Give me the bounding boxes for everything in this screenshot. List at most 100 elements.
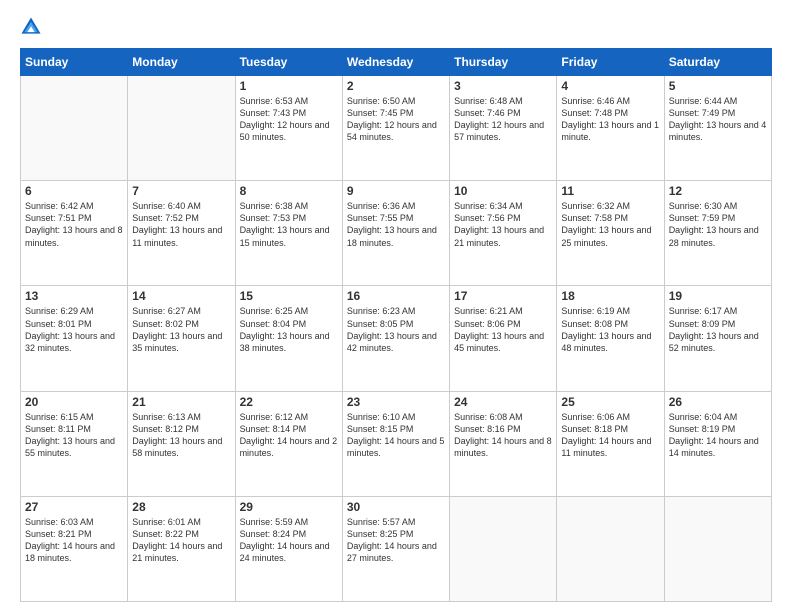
day-cell: 27Sunrise: 6:03 AMSunset: 8:21 PMDayligh…	[21, 496, 128, 601]
weekday-saturday: Saturday	[664, 49, 771, 76]
day-info: Sunrise: 6:01 AMSunset: 8:22 PMDaylight:…	[132, 516, 230, 565]
day-number: 1	[240, 79, 338, 93]
day-number: 18	[561, 289, 659, 303]
day-cell	[450, 496, 557, 601]
day-number: 3	[454, 79, 552, 93]
weekday-wednesday: Wednesday	[342, 49, 449, 76]
day-cell: 14Sunrise: 6:27 AMSunset: 8:02 PMDayligh…	[128, 286, 235, 391]
day-info: Sunrise: 6:40 AMSunset: 7:52 PMDaylight:…	[132, 200, 230, 249]
day-cell: 12Sunrise: 6:30 AMSunset: 7:59 PMDayligh…	[664, 181, 771, 286]
day-cell: 30 Sunrise: 5:57 AMSunset: 8:25 PMDayligh…	[342, 496, 449, 601]
day-info: Sunrise: 6:50 AMSunset: 7:45 PMDaylight:…	[347, 95, 445, 144]
day-number: 5	[669, 79, 767, 93]
day-cell: 10 Sunrise: 6:34 AMSunset: 7:56 PMDayligh…	[450, 181, 557, 286]
day-info: Sunrise: 6:36 AMSunset: 7:55 PMDaylight:…	[347, 200, 445, 249]
day-cell: 29 Sunrise: 5:59 AMSunset: 8:24 PMDayligh…	[235, 496, 342, 601]
day-info: Sunrise: 6:27 AMSunset: 8:02 PMDaylight:…	[132, 305, 230, 354]
week-row-2: 13 Sunrise: 6:29 AMSunset: 8:01 PMDayligh…	[21, 286, 772, 391]
day-cell: 1 Sunrise: 6:53 AMSunset: 7:43 PMDaylight…	[235, 76, 342, 181]
day-cell: 11 Sunrise: 6:32 AMSunset: 7:58 PMDayligh…	[557, 181, 664, 286]
day-cell: 17 Sunrise: 6:21 AMSunset: 8:06 PMDayligh…	[450, 286, 557, 391]
day-cell: 19 Sunrise: 6:17 AMSunset: 8:09 PMDayligh…	[664, 286, 771, 391]
day-info: Sunrise: 6:34 AMSunset: 7:56 PMDaylight:…	[454, 200, 552, 249]
day-cell: 6 Sunrise: 6:42 AMSunset: 7:51 PMDaylight…	[21, 181, 128, 286]
day-info: Sunrise: 6:03 AMSunset: 8:21 PMDaylight:…	[25, 516, 123, 565]
day-info: Sunrise: 6:17 AMSunset: 8:09 PMDaylight:…	[669, 305, 767, 354]
day-number: 6	[25, 184, 123, 198]
day-cell: 7 Sunrise: 6:40 AMSunset: 7:52 PMDaylight…	[128, 181, 235, 286]
day-number: 10	[454, 184, 552, 198]
day-cell: 25 Sunrise: 6:06 AMSunset: 8:18 PMDayligh…	[557, 391, 664, 496]
day-cell: 22Sunrise: 6:12 AMSunset: 8:14 PMDayligh…	[235, 391, 342, 496]
day-cell: 24 Sunrise: 6:08 AMSunset: 8:16 PMDayligh…	[450, 391, 557, 496]
weekday-thursday: Thursday	[450, 49, 557, 76]
day-number: 16	[347, 289, 445, 303]
day-number: 11	[561, 184, 659, 198]
day-cell: 23 Sunrise: 6:10 AMSunset: 8:15 PMDayligh…	[342, 391, 449, 496]
day-number: 8	[240, 184, 338, 198]
day-info: Sunrise: 6:06 AMSunset: 8:18 PMDaylight:…	[561, 411, 659, 460]
day-info: Sunrise: 5:59 AMSunset: 8:24 PMDaylight:…	[240, 516, 338, 565]
day-info: Sunrise: 6:42 AMSunset: 7:51 PMDaylight:…	[25, 200, 123, 249]
day-info: Sunrise: 6:08 AMSunset: 8:16 PMDaylight:…	[454, 411, 552, 460]
day-number: 19	[669, 289, 767, 303]
day-number: 28	[132, 500, 230, 514]
day-number: 23	[347, 395, 445, 409]
day-cell	[21, 76, 128, 181]
week-row-0: 1 Sunrise: 6:53 AMSunset: 7:43 PMDaylight…	[21, 76, 772, 181]
day-info: Sunrise: 6:21 AMSunset: 8:06 PMDaylight:…	[454, 305, 552, 354]
day-info: Sunrise: 6:12 AMSunset: 8:14 PMDaylight:…	[240, 411, 338, 460]
weekday-header-row: SundayMondayTuesdayWednesdayThursdayFrid…	[21, 49, 772, 76]
day-info: Sunrise: 6:29 AMSunset: 8:01 PMDaylight:…	[25, 305, 123, 354]
calendar-table: SundayMondayTuesdayWednesdayThursdayFrid…	[20, 48, 772, 602]
logo	[20, 16, 46, 38]
day-cell: 4 Sunrise: 6:46 AMSunset: 7:48 PMDaylight…	[557, 76, 664, 181]
day-cell: 28 Sunrise: 6:01 AMSunset: 8:22 PMDayligh…	[128, 496, 235, 601]
day-cell: 9 Sunrise: 6:36 AMSunset: 7:55 PMDaylight…	[342, 181, 449, 286]
day-info: Sunrise: 6:46 AMSunset: 7:48 PMDaylight:…	[561, 95, 659, 144]
day-number: 17	[454, 289, 552, 303]
day-cell: 8Sunrise: 6:38 AMSunset: 7:53 PMDaylight…	[235, 181, 342, 286]
weekday-sunday: Sunday	[21, 49, 128, 76]
weekday-friday: Friday	[557, 49, 664, 76]
day-cell: 18 Sunrise: 6:19 AMSunset: 8:08 PMDayligh…	[557, 286, 664, 391]
weekday-tuesday: Tuesday	[235, 49, 342, 76]
day-info: Sunrise: 6:10 AMSunset: 8:15 PMDaylight:…	[347, 411, 445, 460]
day-cell	[557, 496, 664, 601]
day-number: 25	[561, 395, 659, 409]
day-info: Sunrise: 6:13 AMSunset: 8:12 PMDaylight:…	[132, 411, 230, 460]
day-number: 12	[669, 184, 767, 198]
day-number: 9	[347, 184, 445, 198]
day-cell	[128, 76, 235, 181]
page: SundayMondayTuesdayWednesdayThursdayFrid…	[0, 0, 792, 612]
day-cell	[664, 496, 771, 601]
day-info: Sunrise: 6:32 AMSunset: 7:58 PMDaylight:…	[561, 200, 659, 249]
week-row-3: 20Sunrise: 6:15 AMSunset: 8:11 PMDayligh…	[21, 391, 772, 496]
day-number: 29	[240, 500, 338, 514]
day-info: Sunrise: 6:19 AMSunset: 8:08 PMDaylight:…	[561, 305, 659, 354]
day-info: Sunrise: 6:25 AMSunset: 8:04 PMDaylight:…	[240, 305, 338, 354]
day-info: Sunrise: 5:57 AMSunset: 8:25 PMDaylight:…	[347, 516, 445, 565]
day-number: 26	[669, 395, 767, 409]
day-cell: 13 Sunrise: 6:29 AMSunset: 8:01 PMDayligh…	[21, 286, 128, 391]
day-number: 20	[25, 395, 123, 409]
day-cell: 16 Sunrise: 6:23 AMSunset: 8:05 PMDayligh…	[342, 286, 449, 391]
logo-icon	[20, 16, 42, 38]
day-number: 30	[347, 500, 445, 514]
day-number: 21	[132, 395, 230, 409]
day-info: Sunrise: 6:04 AMSunset: 8:19 PMDaylight:…	[669, 411, 767, 460]
day-cell: 26 Sunrise: 6:04 AMSunset: 8:19 PMDayligh…	[664, 391, 771, 496]
week-row-1: 6 Sunrise: 6:42 AMSunset: 7:51 PMDaylight…	[21, 181, 772, 286]
day-cell: 2 Sunrise: 6:50 AMSunset: 7:45 PMDaylight…	[342, 76, 449, 181]
day-number: 24	[454, 395, 552, 409]
day-number: 4	[561, 79, 659, 93]
day-info: Sunrise: 6:44 AMSunset: 7:49 PMDaylight:…	[669, 95, 767, 144]
day-cell: 20Sunrise: 6:15 AMSunset: 8:11 PMDayligh…	[21, 391, 128, 496]
day-number: 15	[240, 289, 338, 303]
day-info: Sunrise: 6:23 AMSunset: 8:05 PMDaylight:…	[347, 305, 445, 354]
day-info: Sunrise: 6:53 AMSunset: 7:43 PMDaylight:…	[240, 95, 338, 144]
day-number: 13	[25, 289, 123, 303]
day-number: 7	[132, 184, 230, 198]
week-row-4: 27Sunrise: 6:03 AMSunset: 8:21 PMDayligh…	[21, 496, 772, 601]
day-number: 2	[347, 79, 445, 93]
